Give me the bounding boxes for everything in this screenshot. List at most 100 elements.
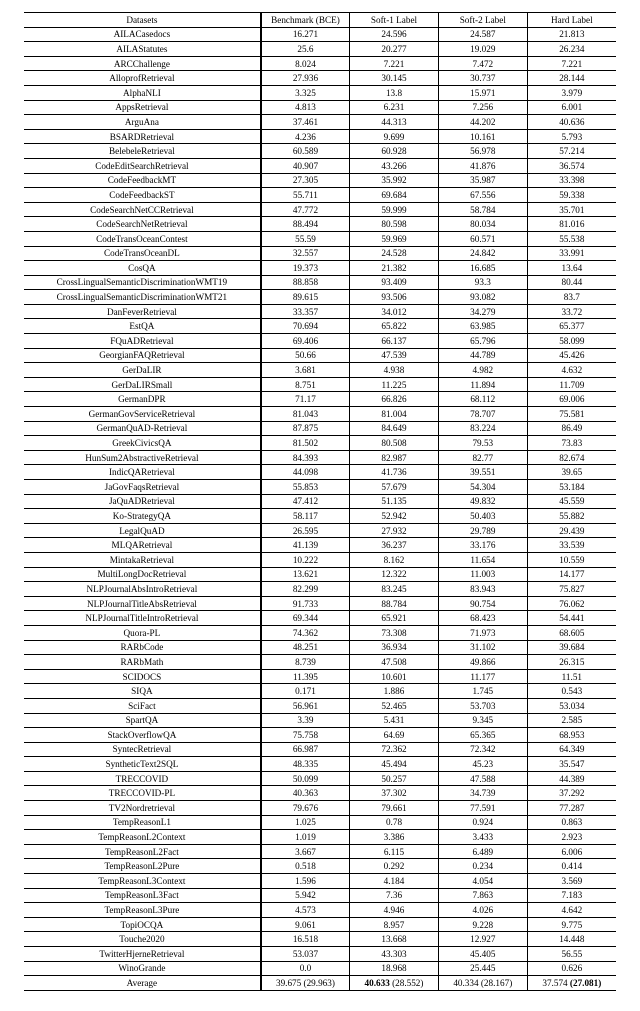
cell-value: 47.508: [350, 655, 439, 670]
cell-value: 29.439: [527, 523, 616, 538]
cell-value: 80.598: [350, 217, 439, 232]
table-row: LegalQuAD26.59527.93229.78929.439: [24, 523, 616, 538]
cell-value: 81.043: [261, 407, 350, 422]
dataset-name: WinoGrande: [24, 961, 261, 976]
table-row: EstQA70.69465.82263.98565.377: [24, 319, 616, 334]
cell-value: 66.987: [261, 742, 350, 757]
dataset-name: Quora-PL: [24, 625, 261, 640]
cell-value: 34.012: [350, 304, 439, 319]
cell-value: 6.489: [438, 844, 527, 859]
dataset-name: AppsRetrieval: [24, 100, 261, 115]
cell-value: 82.77: [438, 450, 527, 465]
cell-value: 26.315: [527, 655, 616, 670]
cell-value: 80.034: [438, 217, 527, 232]
cell-value: 3.569: [527, 874, 616, 889]
cell-value: 59.338: [527, 188, 616, 203]
cell-value: 0.0: [261, 961, 350, 976]
table-row: CodeSearchNetCCRetrieval47.77259.99958.7…: [24, 202, 616, 217]
col-datasets: Datasets: [24, 13, 261, 28]
cell-value: 9.699: [350, 129, 439, 144]
cell-value: 75.758: [261, 728, 350, 743]
cell-value: 79.53: [438, 436, 527, 451]
cell-value: 15.971: [438, 85, 527, 100]
cell-value: 81.502: [261, 436, 350, 451]
dataset-name: GerDaLIR: [24, 363, 261, 378]
cell-value: 65.822: [350, 319, 439, 334]
dataset-name: EstQA: [24, 319, 261, 334]
cell-value: 68.953: [527, 728, 616, 743]
cell-value: 35.987: [438, 173, 527, 188]
table-row: MLQARetrieval41.13936.23733.17633.539: [24, 538, 616, 553]
cell-value: 83.224: [438, 421, 527, 436]
cell-value: 13.621: [261, 567, 350, 582]
cell-value: 58.784: [438, 202, 527, 217]
dataset-name: GreekCivicsQA: [24, 436, 261, 451]
cell-value: 9.775: [527, 917, 616, 932]
table-row: AlphaNLI3.32513.815.9713.979: [24, 85, 616, 100]
table-row: GerDaLIRSmall8.75111.22511.89411.709: [24, 377, 616, 392]
dataset-name: FQuADRetrieval: [24, 334, 261, 349]
cell-value: 4.982: [438, 363, 527, 378]
dataset-name: TempReasonL3Context: [24, 874, 261, 889]
cell-value: 5.431: [350, 713, 439, 728]
dataset-name: CodeFeedbackST: [24, 188, 261, 203]
table-row: TempReasonL3Context1.5964.1844.0543.569: [24, 874, 616, 889]
dataset-name: NLPJournalTitleIntroRetrieval: [24, 611, 261, 626]
cell-value: 50.403: [438, 509, 527, 524]
cell-value: 82.987: [350, 450, 439, 465]
dataset-name: GerDaLIRSmall: [24, 377, 261, 392]
table-row: AppsRetrieval4.8136.2317.2566.001: [24, 100, 616, 115]
cell-value: 43.303: [350, 947, 439, 962]
cell-value: 3.433: [438, 830, 527, 845]
dataset-name: RARbCode: [24, 640, 261, 655]
table-row: CodeEditSearchRetrieval40.90743.26641.87…: [24, 158, 616, 173]
average-row: Average 39.675 (29.963) 40.633 (28.552) …: [24, 976, 616, 991]
cell-value: 89.615: [261, 290, 350, 305]
table-row: TempReasonL11.0250.780.9240.863: [24, 815, 616, 830]
cell-value: 60.589: [261, 144, 350, 159]
cell-value: 4.642: [527, 903, 616, 918]
cell-value: 53.703: [438, 698, 527, 713]
dataset-name: AILACasedocs: [24, 27, 261, 42]
cell-value: 19.029: [438, 42, 527, 57]
cell-value: 93.3: [438, 275, 527, 290]
cell-value: 69.006: [527, 392, 616, 407]
cell-value: 64.69: [350, 728, 439, 743]
cell-value: 54.304: [438, 480, 527, 495]
cell-value: 36.237: [350, 538, 439, 553]
cell-value: 79.661: [350, 801, 439, 816]
cell-value: 4.813: [261, 100, 350, 115]
cell-value: 58.117: [261, 509, 350, 524]
dataset-name: GermanQuAD-Retrieval: [24, 421, 261, 436]
dataset-name: TempReasonL3Pure: [24, 903, 261, 918]
dataset-name: TempReasonL1: [24, 815, 261, 830]
cell-value: 16.271: [261, 27, 350, 42]
cell-value: 67.556: [438, 188, 527, 203]
cell-value: 21.813: [527, 27, 616, 42]
cell-value: 4.946: [350, 903, 439, 918]
cell-value: 43.266: [350, 158, 439, 173]
cell-value: 11.177: [438, 669, 527, 684]
cell-value: 40.363: [261, 786, 350, 801]
cell-value: 56.961: [261, 698, 350, 713]
cell-value: 82.674: [527, 450, 616, 465]
dataset-name: Ko-StrategyQA: [24, 509, 261, 524]
table-row: SyntecRetrieval66.98772.36272.34264.349: [24, 742, 616, 757]
table-row: DanFeverRetrieval33.35734.01234.27933.72: [24, 304, 616, 319]
cell-value: 16.518: [261, 932, 350, 947]
cell-value: 73.308: [350, 625, 439, 640]
dataset-name: TempReasonL2Pure: [24, 859, 261, 874]
cell-value: 77.591: [438, 801, 527, 816]
dataset-name: SyntheticText2SQL: [24, 757, 261, 772]
cell-value: 45.23: [438, 757, 527, 772]
dataset-name: Touche2020: [24, 932, 261, 947]
dataset-name: CrossLingualSemanticDiscriminationWMT19: [24, 275, 261, 290]
dataset-name: BelebeleRetrieval: [24, 144, 261, 159]
cell-value: 41.876: [438, 158, 527, 173]
cell-value: 0.171: [261, 684, 350, 699]
cell-value: 48.335: [261, 757, 350, 772]
dataset-name: CodeSearchNetRetrieval: [24, 217, 261, 232]
cell-value: 2.923: [527, 830, 616, 845]
cell-value: 72.362: [350, 742, 439, 757]
cell-value: 6.001: [527, 100, 616, 115]
